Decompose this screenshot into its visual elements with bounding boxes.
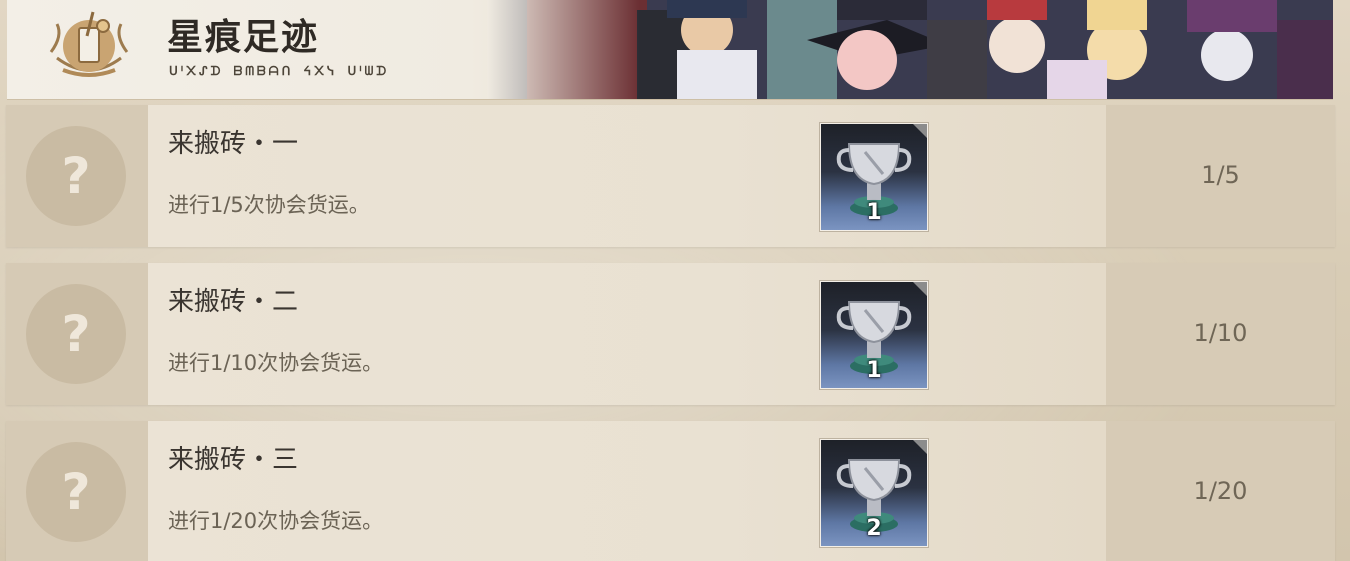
question-mark-icon: ?: [26, 442, 126, 542]
achievement-info: 来搬砖・三 进行1/20次协会货运。 2: [148, 421, 1106, 561]
character-artwork: [487, 0, 1333, 99]
achievement-card[interactable]: ? 来搬砖・一 进行1/5次协会货运。 1 1/5: [6, 105, 1335, 247]
trophy-corner-mark: [913, 124, 927, 138]
page-title: 星痕足迹: [167, 17, 320, 58]
achievement-description: 进行1/5次协会货运。: [168, 193, 370, 217]
achievement-progress: 1/5: [1201, 161, 1240, 189]
achievement-description: 进行1/10次协会货运。: [168, 351, 384, 375]
achievement-icon-slot: ?: [6, 263, 148, 405]
achievement-progress-slot: 1/5: [1106, 105, 1335, 247]
question-mark-icon: ?: [26, 284, 126, 384]
achievement-card[interactable]: ? 来搬砖・二 进行1/10次协会货运。 1 1/10: [6, 263, 1335, 405]
page-subtitle-runes: ᑌᑊ᙭ᔑᗪ ᗷᗰᗷᗩᑎ ᔦ᙭ᓭ ᑌᑊᗯᗪ: [169, 64, 390, 78]
trophy-corner-mark: [913, 440, 927, 454]
achievement-title: 来搬砖・三: [168, 445, 299, 475]
achievement-title: 来搬砖・一: [168, 129, 299, 159]
achievement-icon-slot: ?: [6, 105, 148, 247]
achievement-progress: 1/20: [1193, 477, 1248, 505]
achievement-info: 来搬砖・一 进行1/5次协会货运。 1: [148, 105, 1106, 247]
trophy-count: 2: [866, 516, 882, 541]
trophy-corner-mark: [913, 282, 927, 296]
drink-emblem-icon: [49, 11, 129, 77]
achievement-progress-slot: 1/20: [1106, 421, 1335, 561]
trophy-count: 1: [866, 358, 882, 383]
achievement-info: 来搬砖・二 进行1/10次协会货运。 1: [148, 263, 1106, 405]
achievement-title: 来搬砖・二: [168, 287, 299, 317]
achievement-description: 进行1/20次协会货运。: [168, 509, 384, 533]
reward-trophy[interactable]: 1: [820, 281, 928, 389]
header-banner: 星痕足迹 ᑌᑊ᙭ᔑᗪ ᗷᗰᗷᗩᑎ ᔦ᙭ᓭ ᑌᑊᗯᗪ: [7, 0, 1333, 100]
achievement-icon-slot: ?: [6, 421, 148, 561]
reward-trophy[interactable]: 2: [820, 439, 928, 547]
reward-trophy[interactable]: 1: [820, 123, 928, 231]
achievement-card[interactable]: ? 来搬砖・三 进行1/20次协会货运。 2 1/20: [6, 421, 1335, 561]
trophy-count: 1: [866, 200, 882, 225]
achievement-progress: 1/10: [1193, 319, 1248, 347]
achievement-progress-slot: 1/10: [1106, 263, 1335, 405]
question-mark-icon: ?: [26, 126, 126, 226]
